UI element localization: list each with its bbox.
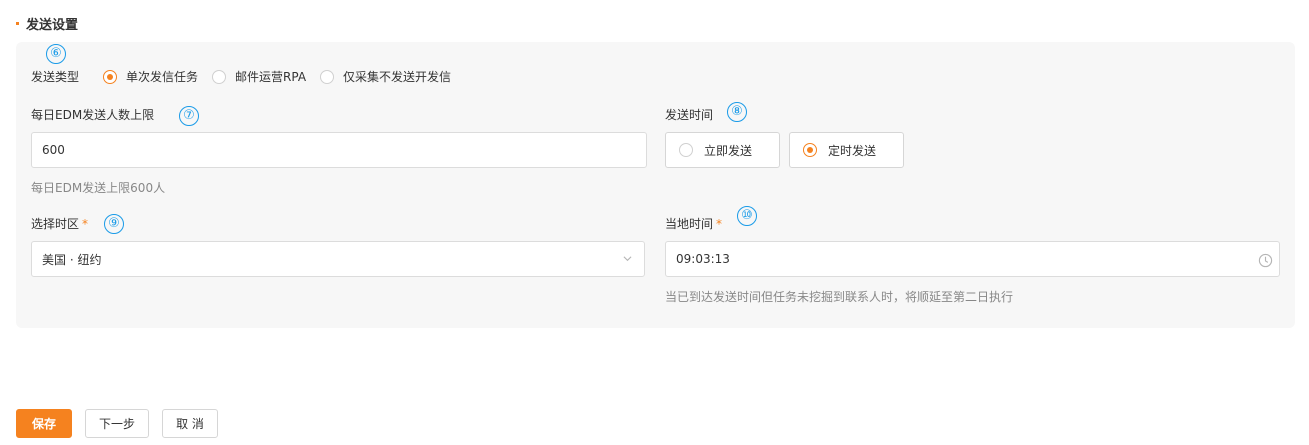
clock-icon[interactable] xyxy=(1258,253,1273,268)
daily-limit-input[interactable]: 600 xyxy=(31,132,647,168)
chevron-down-icon xyxy=(623,256,632,262)
cancel-button[interactable]: 取 消 xyxy=(162,409,218,438)
radio-label: 仅采集不发送开发信 xyxy=(343,70,452,84)
local-time-label: 当地时间 * xyxy=(665,215,722,232)
send-type-radio-group: 单次发信任务 邮件运营RPA 仅采集不发送开发信 xyxy=(103,68,465,85)
send-type-option-single[interactable]: 单次发信任务 xyxy=(103,68,198,85)
required-mark: * xyxy=(716,217,723,231)
next-step-button[interactable]: 下一步 xyxy=(85,409,149,438)
radio-unchecked-icon[interactable] xyxy=(212,69,227,84)
section-header: 发送设置 xyxy=(16,14,78,33)
local-time-input[interactable]: 09:03:13 xyxy=(665,241,1280,277)
send-type-option-rpa[interactable]: 邮件运营RPA xyxy=(212,68,306,85)
annotation-marker-10: ⑩ xyxy=(737,206,757,226)
local-time-label-text: 当地时间 xyxy=(665,217,714,231)
timezone-select[interactable]: 美国 · 纽约 xyxy=(31,241,645,277)
send-type-label: 发送类型 xyxy=(31,70,80,84)
local-time-value: 09:03:13 xyxy=(676,252,730,266)
radio-unchecked-icon[interactable] xyxy=(320,69,335,84)
daily-limit-value: 600 xyxy=(42,143,65,157)
timezone-value: 美国 · 纽约 xyxy=(42,252,102,267)
radio-label: 立即发送 xyxy=(704,143,753,158)
radio-label: 定时发送 xyxy=(828,143,877,158)
radio-label: 邮件运营RPA xyxy=(235,70,307,84)
annotation-marker-9: ⑨ xyxy=(104,214,124,234)
radio-label: 单次发信任务 xyxy=(126,70,199,84)
annotation-marker-7: ⑦ xyxy=(179,106,199,126)
timezone-label-text: 选择时区 xyxy=(31,217,80,231)
annotation-marker-8: ⑧ xyxy=(727,102,747,122)
daily-limit-label: 每日EDM发送人数上限 xyxy=(31,108,155,122)
send-time-label: 发送时间 xyxy=(665,108,714,122)
save-button[interactable]: 保存 xyxy=(16,409,72,438)
send-time-immediate-button[interactable]: 立即发送 xyxy=(665,132,780,168)
radio-checked-icon[interactable] xyxy=(103,69,117,84)
section-title: 发送设置 xyxy=(26,18,79,33)
radio-unchecked-icon[interactable] xyxy=(679,143,693,157)
daily-limit-hint: 每日EDM发送上限600人 xyxy=(31,181,166,195)
section-marker xyxy=(16,22,19,25)
radio-checked-icon[interactable] xyxy=(803,143,817,157)
annotation-marker-6: ⑥ xyxy=(46,44,66,64)
required-mark: * xyxy=(82,217,89,231)
send-time-scheduled-button[interactable]: 定时发送 xyxy=(789,132,904,168)
timezone-label: 选择时区 * xyxy=(31,215,88,232)
send-type-option-collect-only[interactable]: 仅采集不发送开发信 xyxy=(320,68,451,85)
local-time-hint: 当已到达发送时间但任务未挖掘到联系人时，将顺延至第二日执行 xyxy=(665,290,1014,304)
